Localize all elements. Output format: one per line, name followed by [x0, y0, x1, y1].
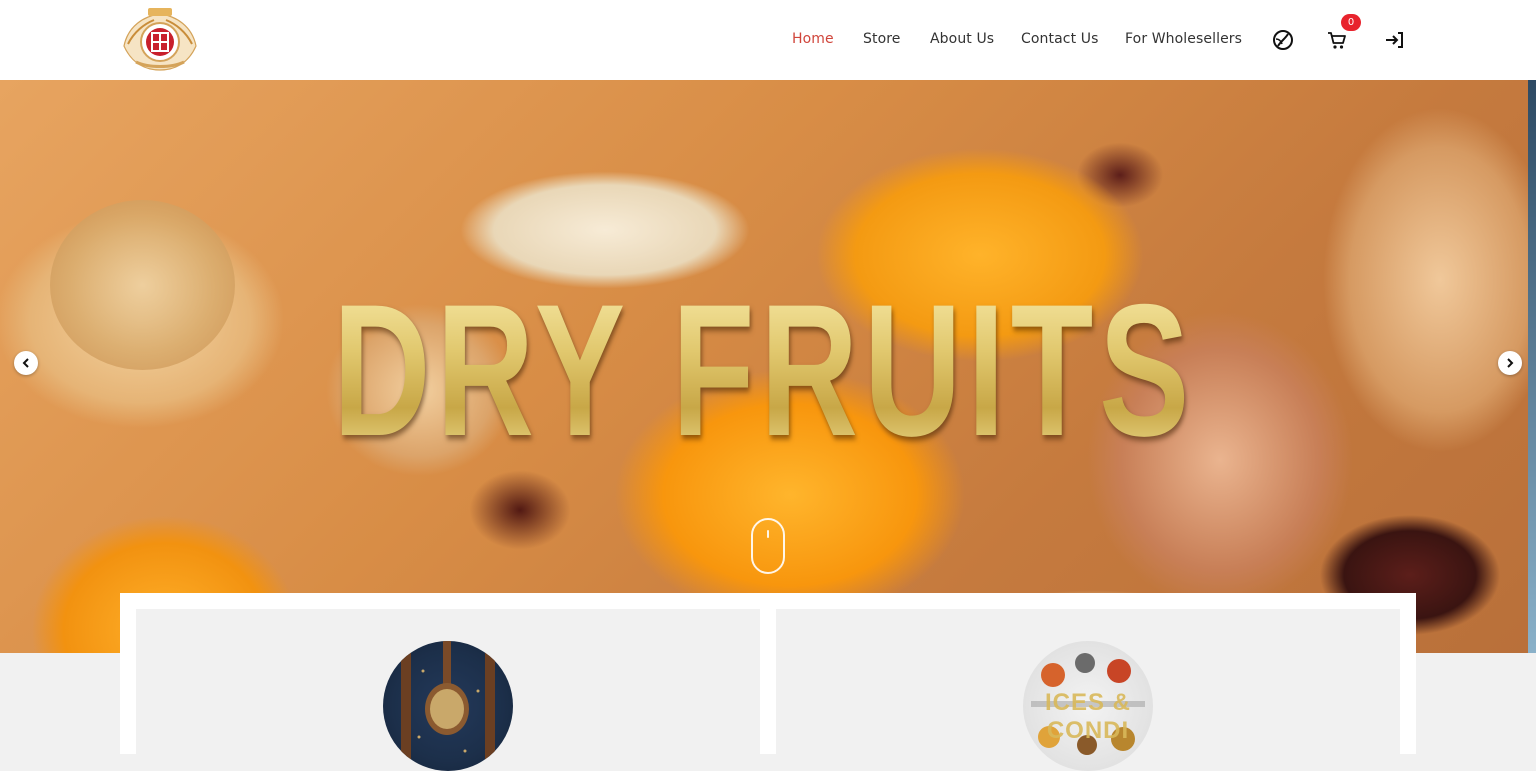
- hero-background-detail: [50, 200, 235, 370]
- chevron-right-icon: [1507, 358, 1514, 368]
- category-card[interactable]: [136, 609, 760, 771]
- spoon-seeds-image: [383, 641, 513, 771]
- hero-slider: DRY FRUITS: [0, 80, 1528, 653]
- chevron-left-icon: [22, 358, 29, 368]
- nav-about-link[interactable]: About Us: [930, 31, 994, 47]
- site-header: Home Store About Us Contact Us For Whole…: [0, 0, 1536, 80]
- main-nav: Home Store About Us Contact Us For Whole…: [0, 0, 1536, 80]
- next-slide-peek: [1528, 80, 1536, 653]
- mouse-scroll-icon[interactable]: [751, 518, 785, 574]
- nav-contact-link[interactable]: Contact Us: [1021, 31, 1098, 47]
- hero-title: DRY FRUITS: [214, 276, 1314, 464]
- spices-spoons-image: ICES & CONDI: [1023, 641, 1153, 771]
- category-card[interactable]: ICES & CONDI: [776, 609, 1400, 771]
- cart-count-badge: 0: [1341, 14, 1361, 31]
- nav-wholesellers-link[interactable]: For Wholesellers: [1125, 31, 1242, 47]
- login-icon[interactable]: [1380, 26, 1408, 54]
- slider-next-button[interactable]: [1498, 351, 1522, 375]
- nav-home-link[interactable]: Home: [792, 31, 834, 47]
- slider-prev-button[interactable]: [14, 351, 38, 375]
- globe-icon[interactable]: [1269, 26, 1297, 54]
- nav-store-link[interactable]: Store: [863, 31, 901, 47]
- category-overlay-text: ICES & CONDI: [1044, 689, 1131, 744]
